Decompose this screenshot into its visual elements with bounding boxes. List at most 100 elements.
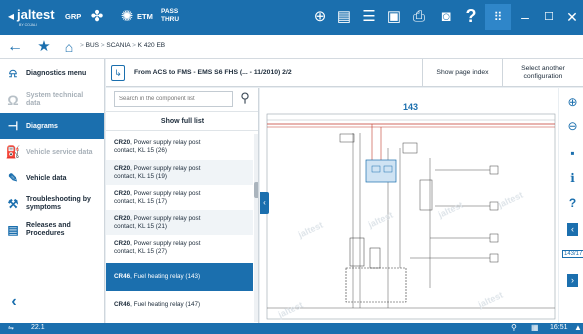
wiring-diagram[interactable]: 143 jaltest jaltest jaltest jaltest jalt…	[260, 88, 558, 323]
list-scrollbar[interactable]	[254, 134, 258, 322]
component-description-2: contact, KL 15 (27)	[114, 248, 167, 255]
maximize-button[interactable]: ☐	[538, 4, 560, 30]
etm-mode-icon[interactable]: ✺	[118, 7, 136, 27]
component-search-input[interactable]	[114, 91, 233, 107]
sidebar-item-system-technical-data[interactable]: Ω System technical data	[0, 87, 104, 113]
wrench-icon: ✎	[7, 171, 19, 185]
sidebar-item-vehicle-data[interactable]: ✎ Vehicle data	[0, 165, 104, 191]
layers-button[interactable]: ▪	[562, 143, 583, 163]
zoom-out-button[interactable]: ⊖	[562, 116, 583, 136]
component-list-item[interactable]: CR20, Power supply relay post contact, K…	[106, 160, 253, 185]
component-code: CR20	[114, 138, 131, 146]
mode-pass-thru-label-1[interactable]: PASS	[161, 8, 178, 15]
sidebar-item-diagnostics-menu[interactable]: ⍾ Diagnostics menu	[0, 59, 104, 87]
minimize-button[interactable]: –	[514, 4, 536, 30]
show-page-index-button[interactable]: Show page index	[422, 59, 502, 86]
select-configuration-label-2: configuration	[523, 72, 563, 80]
minimize-icon: –	[521, 9, 529, 25]
grp-mode-icon[interactable]: ✤	[87, 7, 107, 27]
component-code: CR20	[114, 214, 131, 222]
apps-menu-button[interactable]: ⠿	[485, 4, 511, 30]
breadcrumb-item[interactable]: K 420 EB	[138, 42, 165, 49]
component-description: , Power supply relay post	[130, 138, 201, 146]
breadcrumb-separator: >	[132, 42, 136, 49]
diagram-header: ↳ From ACS to FMS - EMS S6 FHS (... - 11…	[106, 59, 583, 87]
usb-icon: ⇋	[8, 325, 14, 332]
sidebar-item-label: Diagrams	[26, 122, 58, 130]
notes-icon[interactable]: ▤	[335, 7, 353, 27]
component-list-item[interactable]: CR20, Power supply relay post contact, K…	[106, 133, 253, 160]
previous-page-button[interactable]: ‹	[562, 218, 583, 238]
sidebar-collapse-button[interactable]: ‹	[6, 293, 22, 311]
zoom-in-button[interactable]: ⊕	[562, 92, 583, 112]
list-icon[interactable]: ☰	[360, 7, 378, 27]
component-description-2: contact, KL 15 (26)	[114, 146, 167, 154]
camera-icon[interactable]: ◙	[436, 7, 456, 27]
sidebar-item-label: Troubleshooting by symptoms	[26, 196, 91, 211]
component-code: CR20	[114, 164, 131, 172]
watermark-jaltest: jaltest	[476, 290, 505, 310]
watermark-jaltest: jaltest	[276, 300, 305, 320]
sidebar-item-releases-procedures[interactable]: ▤ Releases and Procedures	[0, 217, 104, 243]
breadcrumb-item[interactable]: BUS	[86, 42, 99, 49]
component-description-2: contact, KL 15 (19)	[114, 172, 167, 180]
component-description: , Power supply relay post	[130, 164, 201, 172]
vehicle-status-icon: ▲	[574, 323, 582, 332]
mode-grp-label[interactable]: GRP	[65, 12, 81, 21]
watermark-jaltest: jaltest	[366, 210, 395, 230]
component-line: CR46, Fuel heating relay (147)	[114, 301, 253, 309]
component-line: CR20, Power supply relay post	[114, 240, 253, 248]
connection-icon[interactable]: ⊕	[311, 7, 329, 27]
watermark-jaltest: jaltest	[436, 200, 465, 220]
chevron-left-icon: ‹	[263, 198, 266, 207]
next-page-button[interactable]: ›	[562, 269, 583, 289]
show-full-list-button[interactable]: Show full list	[106, 111, 258, 131]
sidebar-item-diagrams[interactable]: ⊣ Diagrams	[0, 113, 104, 139]
back-arrow-icon[interactable]: ←	[6, 37, 24, 57]
component-list-item-selected[interactable]: CR46, Fuel heating relay (143)	[106, 263, 253, 291]
diagram-title: From ACS to FMS - EMS S6 FHS (... - 11/2…	[134, 69, 292, 76]
diagram-icon: ⊣	[7, 119, 19, 133]
favorite-star-icon[interactable]: ★	[35, 37, 53, 57]
search-button[interactable]: ⚲	[237, 90, 253, 106]
home-icon[interactable]: ⌂	[60, 38, 78, 56]
component-list-item[interactable]: CR46, Fuel heating relay (147)	[106, 291, 253, 319]
component-code: CR46	[114, 301, 131, 308]
component-description: , Power supply relay post	[130, 240, 201, 247]
component-line: CR20, Power supply relay post	[114, 215, 253, 223]
sidebar-item-label: Vehicle service data	[26, 148, 93, 156]
search-status-icon: ⚲	[511, 323, 517, 332]
component-line: CR46, Fuel heating relay (143)	[114, 273, 253, 281]
clock-time: 16:51	[550, 324, 568, 331]
print-icon[interactable]: ⎙	[410, 7, 428, 27]
page-counter-label: 143/17	[562, 250, 583, 258]
mode-etm-label[interactable]: ETM	[137, 12, 153, 21]
save-icon[interactable]: ▣	[385, 7, 403, 27]
navigation-bar: ← ★ ⌂ > BUS > SCANIA > K 420 EB	[0, 35, 583, 59]
select-configuration-button[interactable]: Select another configuration	[502, 59, 583, 86]
breadcrumb-item[interactable]: SCANIA	[106, 42, 130, 49]
watermark-jaltest: jaltest	[496, 190, 525, 210]
close-button[interactable]: ✕	[561, 4, 583, 30]
component-list-item[interactable]: CR20, Power supply relay post contact, K…	[106, 210, 253, 235]
collapse-list-handle[interactable]: ‹	[260, 192, 269, 214]
mode-pass-thru-label-2[interactable]: THRU	[161, 16, 179, 23]
top-bar: ◂ jaltest BY COJALI GRP ✤ ✺ ETM PASS THR…	[0, 0, 583, 35]
component-description: , Power supply relay post	[130, 214, 201, 222]
diagnostics-icon: ⍾	[9, 65, 17, 80]
component-info-button[interactable]: ℹ	[562, 168, 583, 188]
sidebar-item-label: Vehicle data	[26, 174, 67, 182]
component-list-item[interactable]: CR20, Power supply relay post contact, K…	[106, 235, 253, 261]
component-description: , Power supply relay post	[130, 189, 201, 197]
list-scrollbar-thumb[interactable]	[254, 182, 258, 198]
component-description: , Fuel heating relay (143)	[130, 273, 201, 280]
wiring-diagram-viewer[interactable]: 143 jaltest jaltest jaltest jaltest jalt…	[260, 88, 558, 323]
sidebar-item-troubleshooting[interactable]: ⚒ Troubleshooting by symptoms	[0, 191, 104, 217]
help-tool-button[interactable]: ?	[562, 193, 583, 213]
sidebar-item-label: System technical data	[26, 92, 84, 107]
help-icon[interactable]: ?	[463, 6, 479, 26]
component-code: CR20	[114, 189, 131, 197]
diagram-page-number: 143	[403, 102, 418, 112]
component-list-item[interactable]: CR20, Power supply relay post contact, K…	[106, 185, 253, 210]
sidebar-item-vehicle-service-data[interactable]: ⛽ Vehicle service data	[0, 139, 104, 165]
